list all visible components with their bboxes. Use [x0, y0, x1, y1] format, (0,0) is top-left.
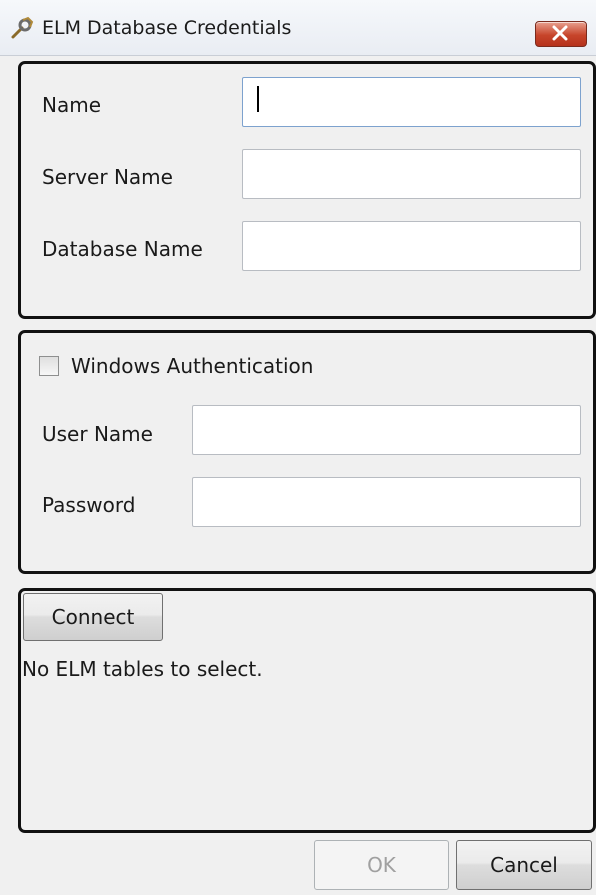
window-title: ELM Database Credentials — [42, 17, 292, 39]
close-button[interactable] — [535, 21, 587, 47]
title-bar[interactable]: ELM Database Credentials — [0, 0, 596, 56]
user-name-input[interactable] — [192, 405, 581, 455]
password-label: Password — [42, 493, 136, 517]
connect-button[interactable]: Connect — [23, 593, 163, 641]
cancel-button[interactable]: Cancel — [456, 840, 592, 890]
text-caret — [257, 86, 259, 112]
database-name-label: Database Name — [42, 237, 203, 261]
server-name-label: Server Name — [42, 165, 173, 189]
status-message: No ELM tables to select. — [22, 657, 263, 681]
windows-authentication-label[interactable]: Windows Authentication — [71, 354, 313, 378]
server-name-input[interactable] — [242, 149, 581, 199]
windows-authentication-checkbox[interactable] — [39, 356, 59, 376]
close-icon — [552, 25, 568, 41]
user-name-label: User Name — [42, 422, 153, 446]
wrench-key-icon — [10, 16, 34, 40]
name-label: Name — [42, 93, 102, 117]
password-input[interactable] — [192, 477, 581, 527]
name-input[interactable] — [242, 77, 581, 127]
ok-button[interactable]: OK — [314, 840, 449, 890]
database-name-input[interactable] — [242, 221, 581, 271]
